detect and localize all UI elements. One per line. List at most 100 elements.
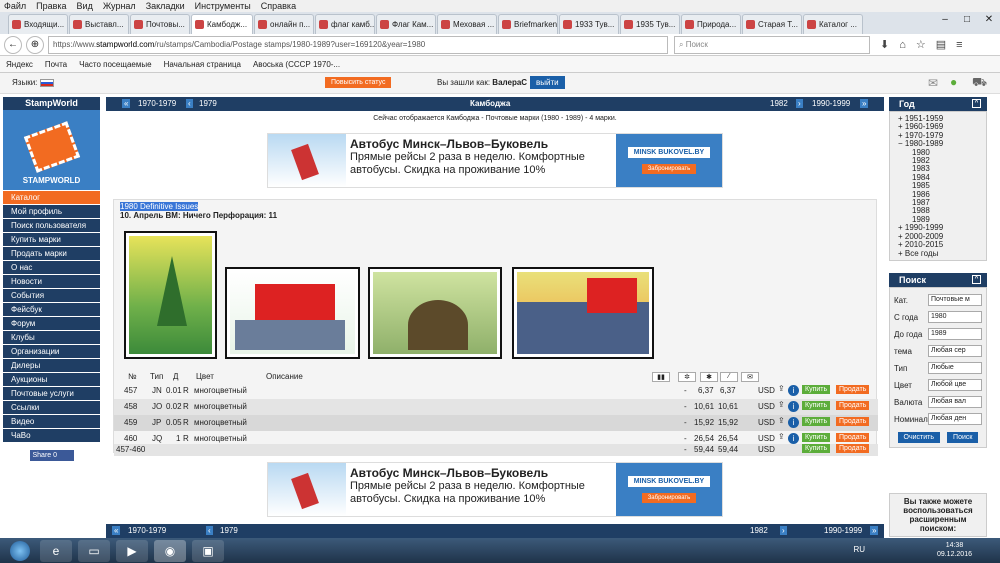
stamp-image-460[interactable] xyxy=(512,267,654,359)
next-decade-arrow-icon[interactable]: » xyxy=(870,526,879,535)
internet-explorer-icon[interactable]: e xyxy=(40,539,72,562)
sell-button[interactable]: Продать xyxy=(836,401,870,410)
tab-11[interactable]: Природа... xyxy=(681,14,741,34)
sell-button[interactable]: Продать xyxy=(836,417,870,426)
tab-8[interactable]: Briefmarken ... xyxy=(498,14,558,34)
prev-year-link[interactable]: 1979 xyxy=(220,526,238,535)
from-year-select[interactable]: 1980 xyxy=(928,311,982,324)
sidebar-item-about[interactable]: О нас xyxy=(3,261,100,274)
buy-button[interactable]: Купить xyxy=(802,385,831,394)
sell-button[interactable]: Продать xyxy=(836,433,870,442)
tab-5[interactable]: флаг камб... xyxy=(315,14,375,34)
denomination-select[interactable]: Любая ден xyxy=(928,413,982,426)
bookmark-avoska[interactable]: Авоська (СССР 1970-... xyxy=(253,60,340,69)
bookmark-frequent[interactable]: Часто посещаемые xyxy=(79,60,151,69)
sidebar-item-links[interactable]: Ссылки xyxy=(3,401,100,414)
russian-flag-icon[interactable] xyxy=(40,79,54,87)
screenshot-app-icon[interactable]: ▣ xyxy=(192,539,224,562)
prev-decade-link[interactable]: 1970-1979 xyxy=(128,526,166,535)
info-icon[interactable]: i xyxy=(788,417,799,428)
tab-0[interactable]: Входящи... xyxy=(8,14,68,34)
share-icon[interactable]: ⇪ xyxy=(778,432,785,441)
category-select[interactable]: Почтовые м xyxy=(928,294,982,307)
bookmark-mail[interactable]: Почта xyxy=(45,60,67,69)
firefox-icon[interactable]: ◉ xyxy=(154,539,186,562)
tab-9[interactable]: 1933 Тув... xyxy=(559,14,619,34)
sidebar-item-organizations[interactable]: Организации xyxy=(3,345,100,358)
hinged-icon[interactable]: ✱ xyxy=(700,372,718,382)
close-icon[interactable]: ✕ xyxy=(978,12,1000,26)
buy-button[interactable]: Купить xyxy=(802,433,831,442)
sidebar-item-postal[interactable]: Почтовые услуги xyxy=(3,387,100,400)
menu-help[interactable]: Справка xyxy=(261,0,296,12)
chart-icon[interactable]: ▮▮ xyxy=(652,372,670,382)
clear-button[interactable]: Очистить xyxy=(897,431,940,443)
prev-year-arrow-icon[interactable]: ‹ xyxy=(206,526,213,535)
ad-book-button[interactable]: Забронировать xyxy=(641,493,697,503)
next-decade-link[interactable]: 1990-1999 xyxy=(824,526,862,535)
tab-1[interactable]: Выставл... xyxy=(69,14,129,34)
sell-button[interactable]: Продать xyxy=(836,385,870,394)
prev-decade-arrow-icon[interactable]: « xyxy=(112,526,121,535)
bookmark-star-icon[interactable]: ☆ xyxy=(916,38,926,51)
next-year-link[interactable]: 1982 xyxy=(750,526,768,535)
year-item[interactable]: + Все годы xyxy=(898,249,986,258)
menu-view[interactable]: Вид xyxy=(77,0,93,12)
basket-icon[interactable]: ● xyxy=(950,75,957,89)
bookmark-home[interactable]: Начальная страница xyxy=(164,60,241,69)
stamp-image-457[interactable] xyxy=(124,231,217,359)
type-select[interactable]: Любые xyxy=(928,362,982,375)
sidebar-item-profile[interactable]: Мой профиль xyxy=(3,205,100,218)
sidebar-item-faq[interactable]: ЧаВо xyxy=(3,429,100,442)
issue-name[interactable]: 1980 Definitive Issues xyxy=(120,202,199,211)
tab-3-active[interactable]: Камбодж... xyxy=(191,14,253,34)
sidebar-item-forum[interactable]: Форум xyxy=(3,317,100,330)
sidebar-item-events[interactable]: События xyxy=(3,289,100,302)
next-year-arrow-icon[interactable]: › xyxy=(796,99,803,108)
mint-icon[interactable]: ✲ xyxy=(678,372,696,382)
info-icon[interactable]: i xyxy=(788,433,799,444)
next-year-link[interactable]: 1982 xyxy=(770,99,788,108)
next-decade-link[interactable]: 1990-1999 xyxy=(812,99,850,108)
advanced-search-box[interactable]: Вы также можете воспользоваться расширен… xyxy=(889,493,987,537)
maximize-icon[interactable]: □ xyxy=(956,12,978,26)
used-icon[interactable]: ⁄ xyxy=(720,372,738,382)
back-icon[interactable]: ← xyxy=(4,35,22,54)
facebook-share-button[interactable]: Share 0 xyxy=(29,450,74,461)
input-language[interactable]: RU xyxy=(853,545,865,554)
tab-10[interactable]: 1935 Тув... xyxy=(620,14,680,34)
sidebar-item-sell[interactable]: Продать марки xyxy=(3,247,100,260)
buy-all-button[interactable]: Купить xyxy=(802,444,831,453)
advertisement-top[interactable]: Автобус Минск–Львов–Буковель Прямые рейс… xyxy=(267,133,723,188)
collapse-icon[interactable]: ^ xyxy=(972,274,981,284)
stampworld-logo[interactable]: STAMPWORLD xyxy=(3,110,100,190)
buy-button[interactable]: Купить xyxy=(802,417,831,426)
stamp-image-458[interactable] xyxy=(225,267,360,359)
sell-all-button[interactable]: Продать xyxy=(836,444,870,453)
tab-13[interactable]: Каталог ... xyxy=(803,14,863,34)
menu-tools[interactable]: Инструменты xyxy=(195,0,251,12)
bookmark-yandex[interactable]: Яндекс xyxy=(6,60,33,69)
menu-file[interactable]: Файл xyxy=(4,0,26,12)
theme-select[interactable]: Любая сер xyxy=(928,345,982,358)
sidebar-item-clubs[interactable]: Клубы xyxy=(3,331,100,344)
sidebar-item-buy[interactable]: Купить марки xyxy=(3,233,100,246)
sidebar-item-video[interactable]: Видео xyxy=(3,415,100,428)
collapse-icon[interactable]: ^ xyxy=(972,99,981,108)
sidebar-item-news[interactable]: Новости xyxy=(3,275,100,288)
system-clock[interactable]: 14:38 09.12.2016 xyxy=(937,541,972,559)
envelope-cover-icon[interactable]: ✉ xyxy=(741,372,759,382)
tab-12[interactable]: Старая Т... xyxy=(742,14,802,34)
cart-icon[interactable]: ⛟ xyxy=(972,75,987,91)
share-icon[interactable]: ⇪ xyxy=(778,400,785,409)
to-year-select[interactable]: 1989 xyxy=(928,328,982,341)
tab-2[interactable]: Почтовы... xyxy=(130,14,190,34)
menu-bookmarks[interactable]: Закладки xyxy=(146,0,185,12)
mail-icon[interactable]: ✉ xyxy=(928,76,938,90)
download-icon[interactable]: ⬇ xyxy=(880,38,889,51)
info-icon[interactable]: i xyxy=(788,401,799,412)
tab-7[interactable]: Меховая ... xyxy=(437,14,497,34)
next-year-arrow-icon[interactable]: › xyxy=(780,526,787,535)
sidebar-item-user-search[interactable]: Поиск пользователя xyxy=(3,219,100,232)
prev-year-link[interactable]: 1979 xyxy=(199,99,217,108)
